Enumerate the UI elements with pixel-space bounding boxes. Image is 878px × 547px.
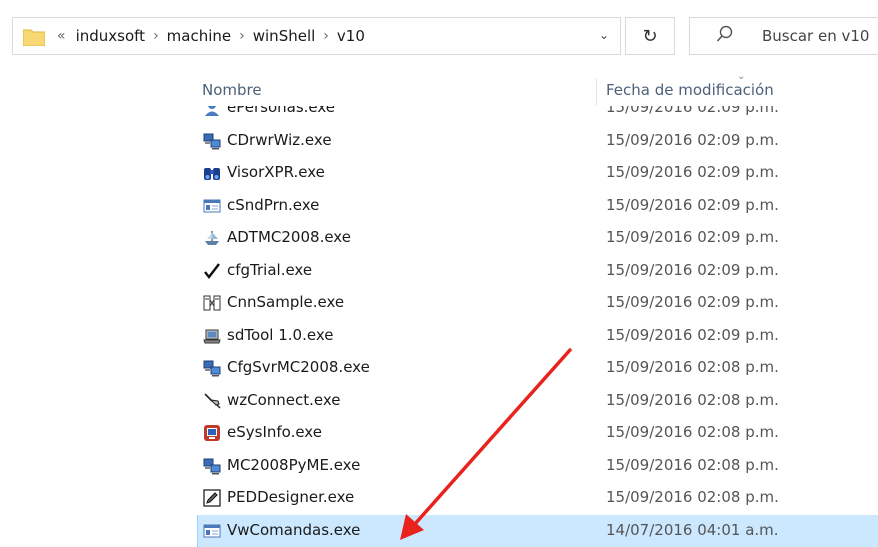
file-row[interactable]: ePersonas.exe 15/09/2016 02:09 p.m. — [0, 106, 878, 125]
file-row[interactable]: CnnSample.exe 15/09/2016 02:09 p.m. — [0, 287, 878, 320]
column-header-bar: Nombre ⌄ Fecha de modificación — [0, 71, 878, 106]
breadcrumb-item-induxsoft[interactable]: induxsoft — [76, 27, 145, 45]
file-date-modified: 15/09/2016 02:09 p.m. — [606, 106, 779, 116]
breadcrumb-item-winshell[interactable]: winShell — [253, 27, 316, 45]
file-name: ePersonas.exe — [227, 106, 336, 116]
file-name: VisorXPR.exe — [227, 163, 325, 181]
file-row[interactable]: cfgTrial.exe 15/09/2016 02:09 p.m. — [0, 255, 878, 288]
network-computers-icon — [203, 360, 221, 377]
file-date-modified: 15/09/2016 02:09 p.m. — [606, 163, 779, 181]
network-computers-icon — [203, 133, 221, 149]
laptop-icon — [203, 329, 221, 343]
file-row[interactable]: sdTool 1.0.exe 15/09/2016 02:09 p.m. — [0, 320, 878, 353]
file-name: CDrwrWiz.exe — [227, 130, 332, 149]
pencil-icon — [203, 489, 221, 507]
file-date-modified: 15/09/2016 02:09 p.m. — [606, 130, 779, 149]
breadcrumb-item-v10[interactable]: v10 — [337, 27, 365, 45]
file-date-modified: 15/09/2016 02:08 p.m. — [606, 390, 779, 409]
file-name: CfgSvrMC2008.exe — [227, 358, 370, 376]
refresh-icon: ↻ — [642, 25, 658, 47]
breadcrumb: « induxsoft › machine › winShell › v10 — [57, 18, 365, 54]
file-date-modified: 15/09/2016 02:09 p.m. — [606, 293, 779, 311]
breadcrumb-separator-icon[interactable]: › — [323, 28, 329, 44]
file-name: MC2008PyME.exe — [227, 455, 361, 474]
file-date-modified: 15/09/2016 02:08 p.m. — [606, 488, 779, 506]
network-computers-icon — [203, 458, 221, 474]
column-header-name[interactable]: Nombre — [202, 81, 262, 99]
window-app-icon — [203, 199, 221, 212]
file-rows: ePersonas.exe 15/09/2016 02:09 p.m. CDrwrW… — [0, 106, 878, 547]
file-date-modified: 15/09/2016 02:09 p.m. — [606, 228, 779, 246]
system-info-icon — [204, 425, 220, 441]
file-name: sdTool 1.0.exe — [227, 325, 334, 344]
column-header-date-modified[interactable]: Fecha de modificación — [606, 81, 774, 99]
file-row[interactable]: wzConnect.exe 15/09/2016 02:08 p.m. — [0, 385, 878, 418]
file-date-modified: 15/09/2016 02:09 p.m. — [606, 260, 779, 279]
file-name: wzConnect.exe — [227, 390, 341, 409]
ship-icon — [205, 231, 219, 245]
connection-icon — [203, 295, 221, 311]
file-date-modified: 15/09/2016 02:08 p.m. — [606, 423, 779, 441]
file-name: VwComandas.exe — [227, 520, 361, 539]
plug-icon — [204, 392, 221, 408]
window-app-icon — [203, 524, 221, 537]
file-row[interactable]: PEDDesigner.exe 15/09/2016 02:08 p.m. — [0, 482, 878, 515]
file-row[interactable]: eSysInfo.exe 15/09/2016 02:08 p.m. — [0, 417, 878, 450]
file-date-modified: 15/09/2016 02:08 p.m. — [606, 455, 779, 474]
breadcrumb-item-machine[interactable]: machine — [167, 27, 231, 45]
file-name: CnnSample.exe — [227, 293, 345, 311]
file-row[interactable]: MC2008PyME.exe 15/09/2016 02:08 p.m. — [0, 450, 878, 483]
file-row[interactable]: cSndPrn.exe 15/09/2016 02:09 p.m. — [0, 190, 878, 223]
search-icon — [716, 25, 733, 42]
file-name: ADTMC2008.exe — [227, 228, 351, 246]
explorer-toolbar: « induxsoft › machine › winShell › v10 ⌄… — [0, 0, 878, 78]
file-name: eSysInfo.exe — [227, 423, 322, 441]
search-box[interactable]: Buscar en v10 — [689, 17, 878, 55]
file-date-modified: 14/07/2016 04:01 a.m. — [606, 520, 779, 539]
address-bar[interactable]: « induxsoft › machine › winShell › v10 ⌄ — [12, 17, 621, 55]
file-name: cSndPrn.exe — [227, 195, 320, 214]
file-list: ePersonas.exe 15/09/2016 02:09 p.m. CDrwrW… — [0, 106, 878, 547]
file-row[interactable]: CfgSvrMC2008.exe 15/09/2016 02:08 p.m. — [0, 352, 878, 385]
search-input[interactable]: Buscar en v10 — [762, 27, 869, 45]
file-row[interactable]: VisorXPR.exe 15/09/2016 02:09 p.m. — [0, 157, 878, 190]
refresh-button[interactable]: ↻ — [625, 17, 675, 55]
breadcrumb-overflow-icon[interactable]: « — [57, 28, 66, 44]
column-divider[interactable] — [596, 78, 597, 106]
file-date-modified: 15/09/2016 02:09 p.m. — [606, 325, 779, 344]
file-name: cfgTrial.exe — [227, 260, 313, 279]
address-history-dropdown-icon[interactable]: ⌄ — [596, 28, 612, 44]
folder-icon — [23, 29, 45, 46]
breadcrumb-separator-icon[interactable]: › — [239, 28, 245, 44]
checkmark-icon — [204, 262, 220, 279]
breadcrumb-separator-icon[interactable]: › — [153, 28, 159, 44]
file-name: PEDDesigner.exe — [227, 488, 355, 506]
user-app-icon — [205, 106, 219, 116]
file-row[interactable]: VwComandas.exe 14/07/2016 04:01 a.m. — [0, 514, 878, 547]
binoculars-icon — [204, 168, 220, 180]
file-date-modified: 15/09/2016 02:09 p.m. — [606, 195, 779, 214]
file-row[interactable]: ADTMC2008.exe 15/09/2016 02:09 p.m. — [0, 222, 878, 255]
file-date-modified: 15/09/2016 02:08 p.m. — [606, 358, 779, 376]
file-row[interactable]: CDrwrWiz.exe 15/09/2016 02:09 p.m. — [0, 125, 878, 158]
